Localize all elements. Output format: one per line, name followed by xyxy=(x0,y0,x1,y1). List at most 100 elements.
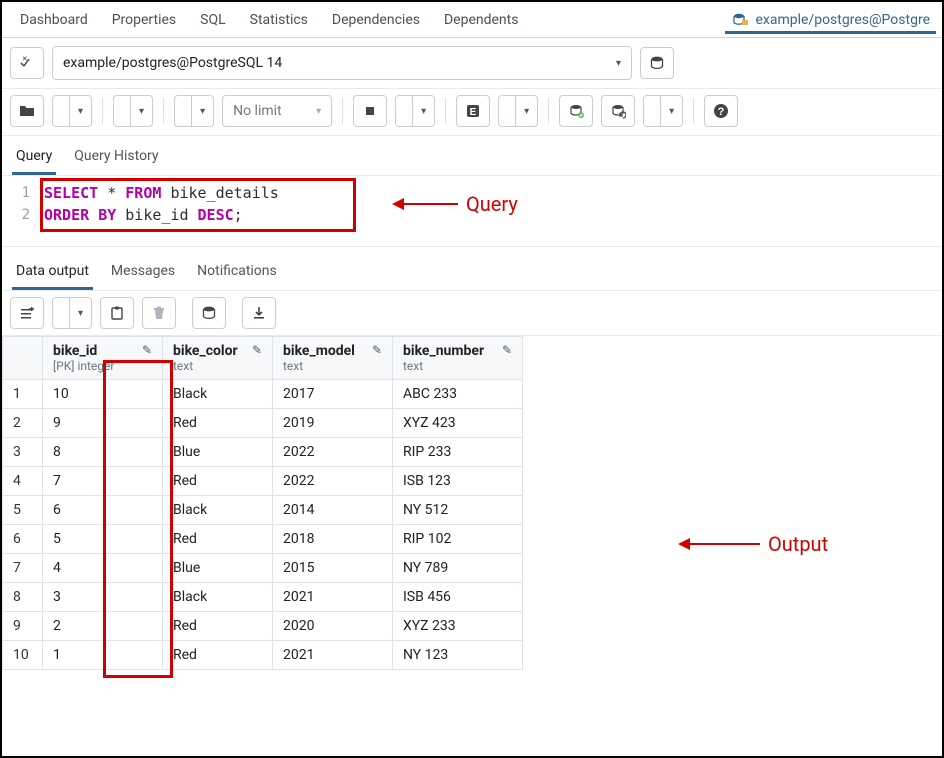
cell-bike_color[interactable]: Blue xyxy=(163,438,273,467)
table-row[interactable]: 9 2 Red 2020 XYZ 233 xyxy=(3,612,523,641)
save-data-button[interactable] xyxy=(192,297,226,329)
row-number[interactable]: 2 xyxy=(3,409,43,438)
cell-bike_model[interactable]: 2021 xyxy=(273,583,393,612)
cell-bike_id[interactable]: 3 xyxy=(43,583,163,612)
cell-bike_model[interactable]: 2021 xyxy=(273,641,393,670)
cell-bike_model[interactable]: 2015 xyxy=(273,554,393,583)
tab-dashboard[interactable]: Dashboard xyxy=(8,4,100,36)
execute-dropdown[interactable]: ▾ xyxy=(413,96,434,126)
copy-split-button[interactable]: ▾ xyxy=(52,297,92,329)
cell-bike_color[interactable]: Black xyxy=(163,380,273,409)
filter-button[interactable] xyxy=(175,96,191,126)
open-file-button[interactable] xyxy=(10,95,44,127)
cell-bike_number[interactable]: NY 789 xyxy=(393,554,523,583)
cell-bike_model[interactable]: 2017 xyxy=(273,380,393,409)
table-row[interactable]: 2 9 Red 2019 XYZ 423 xyxy=(3,409,523,438)
connection-status-button[interactable] xyxy=(10,47,44,79)
subtab-history[interactable]: Query History xyxy=(70,142,162,175)
download-button[interactable] xyxy=(242,297,276,329)
cell-bike_id[interactable]: 2 xyxy=(43,612,163,641)
cell-bike_number[interactable]: XYZ 233 xyxy=(393,612,523,641)
macros-dropdown[interactable]: ▾ xyxy=(661,96,682,126)
cell-bike_number[interactable]: ISB 123 xyxy=(393,467,523,496)
execute-button[interactable] xyxy=(396,96,412,126)
cell-bike_id[interactable]: 6 xyxy=(43,496,163,525)
copy-button[interactable] xyxy=(53,298,69,328)
cell-bike_color[interactable]: Red xyxy=(163,409,273,438)
explain-analyze-split[interactable]: ▾ xyxy=(498,95,538,127)
column-header-bike_id[interactable]: bike_id[PK] integer ✎ xyxy=(43,337,163,380)
rollback-button[interactable] xyxy=(601,95,635,127)
explain-dropdown[interactable]: ▾ xyxy=(516,96,537,126)
cell-bike_color[interactable]: Red xyxy=(163,467,273,496)
edit-button[interactable] xyxy=(114,96,130,126)
sql-editor[interactable]: 1 2 SELECT * FROM bike_details ORDER BY … xyxy=(2,176,942,232)
cell-bike_model[interactable]: 2020 xyxy=(273,612,393,641)
table-row[interactable]: 10 1 Red 2021 NY 123 xyxy=(3,641,523,670)
tab-statistics[interactable]: Statistics xyxy=(238,4,320,36)
subtab-query[interactable]: Query xyxy=(12,142,56,175)
paste-button[interactable] xyxy=(100,297,134,329)
save-dropdown[interactable]: ▾ xyxy=(70,96,91,126)
cell-bike_id[interactable]: 9 xyxy=(43,409,163,438)
column-header-bike_model[interactable]: bike_modeltext ✎ xyxy=(273,337,393,380)
cell-bike_number[interactable]: ISB 456 xyxy=(393,583,523,612)
cell-bike_color[interactable]: Red xyxy=(163,612,273,641)
rtab-messages[interactable]: Messages xyxy=(107,257,179,290)
row-number[interactable]: 9 xyxy=(3,612,43,641)
tab-dependents[interactable]: Dependents xyxy=(432,4,530,36)
cell-bike_number[interactable]: NY 123 xyxy=(393,641,523,670)
connection-dropdown[interactable]: example/postgres@PostgreSQL 14 ▾ xyxy=(52,46,632,80)
cell-bike_number[interactable]: XYZ 423 xyxy=(393,409,523,438)
row-number[interactable]: 5 xyxy=(3,496,43,525)
table-row[interactable]: 1 10 Black 2017 ABC 233 xyxy=(3,380,523,409)
row-number[interactable]: 10 xyxy=(3,641,43,670)
cell-bike_id[interactable]: 8 xyxy=(43,438,163,467)
row-number[interactable]: 3 xyxy=(3,438,43,467)
tab-properties[interactable]: Properties xyxy=(100,4,188,36)
row-number[interactable]: 4 xyxy=(3,467,43,496)
macros-split[interactable]: ▾ xyxy=(643,95,683,127)
cell-bike_number[interactable]: RIP 102 xyxy=(393,525,523,554)
cell-bike_model[interactable]: 2018 xyxy=(273,525,393,554)
table-row[interactable]: 3 8 Blue 2022 RIP 233 xyxy=(3,438,523,467)
explain-button[interactable]: E xyxy=(456,95,490,127)
edit-column-icon[interactable]: ✎ xyxy=(502,343,512,357)
copy-dropdown[interactable]: ▾ xyxy=(70,298,91,328)
macros-button[interactable] xyxy=(644,96,660,126)
rtab-notifications[interactable]: Notifications xyxy=(193,257,281,290)
stop-button[interactable] xyxy=(353,95,387,127)
cell-bike_model[interactable]: 2022 xyxy=(273,438,393,467)
cell-bike_number[interactable]: RIP 233 xyxy=(393,438,523,467)
table-row[interactable]: 5 6 Black 2014 NY 512 xyxy=(3,496,523,525)
help-button[interactable]: ? xyxy=(704,95,738,127)
cell-bike_color[interactable]: Red xyxy=(163,641,273,670)
table-row[interactable]: 4 7 Red 2022 ISB 123 xyxy=(3,467,523,496)
sql-code[interactable]: SELECT * FROM bike_details ORDER BY bike… xyxy=(36,176,942,232)
limit-dropdown[interactable]: No limit ▾ xyxy=(222,95,332,127)
explain-analyze-button[interactable] xyxy=(499,96,515,126)
add-row-button[interactable] xyxy=(10,297,44,329)
table-row[interactable]: 6 5 Red 2018 RIP 102 xyxy=(3,525,523,554)
tab-sql[interactable]: SQL xyxy=(188,4,237,36)
column-header-bike_number[interactable]: bike_numbertext ✎ xyxy=(393,337,523,380)
cell-bike_id[interactable]: 4 xyxy=(43,554,163,583)
filter-split-button[interactable]: ▾ xyxy=(174,95,214,127)
cell-bike_model[interactable]: 2019 xyxy=(273,409,393,438)
row-number[interactable]: 1 xyxy=(3,380,43,409)
commit-button[interactable] xyxy=(559,95,593,127)
cell-bike_model[interactable]: 2022 xyxy=(273,467,393,496)
tab-active-querytool[interactable]: example/postgres@Postgre xyxy=(725,6,936,34)
execute-split-button[interactable]: ▾ xyxy=(395,95,435,127)
row-number[interactable]: 7 xyxy=(3,554,43,583)
cell-bike_id[interactable]: 10 xyxy=(43,380,163,409)
cell-bike_id[interactable]: 1 xyxy=(43,641,163,670)
edit-column-icon[interactable]: ✎ xyxy=(372,343,382,357)
table-row[interactable]: 7 4 Blue 2015 NY 789 xyxy=(3,554,523,583)
save-split-button[interactable]: ▾ xyxy=(52,95,92,127)
save-button[interactable] xyxy=(53,96,69,126)
column-header-bike_color[interactable]: bike_colortext ✎ xyxy=(163,337,273,380)
delete-row-button[interactable] xyxy=(142,297,176,329)
cell-bike_number[interactable]: NY 512 xyxy=(393,496,523,525)
cell-bike_id[interactable]: 7 xyxy=(43,467,163,496)
